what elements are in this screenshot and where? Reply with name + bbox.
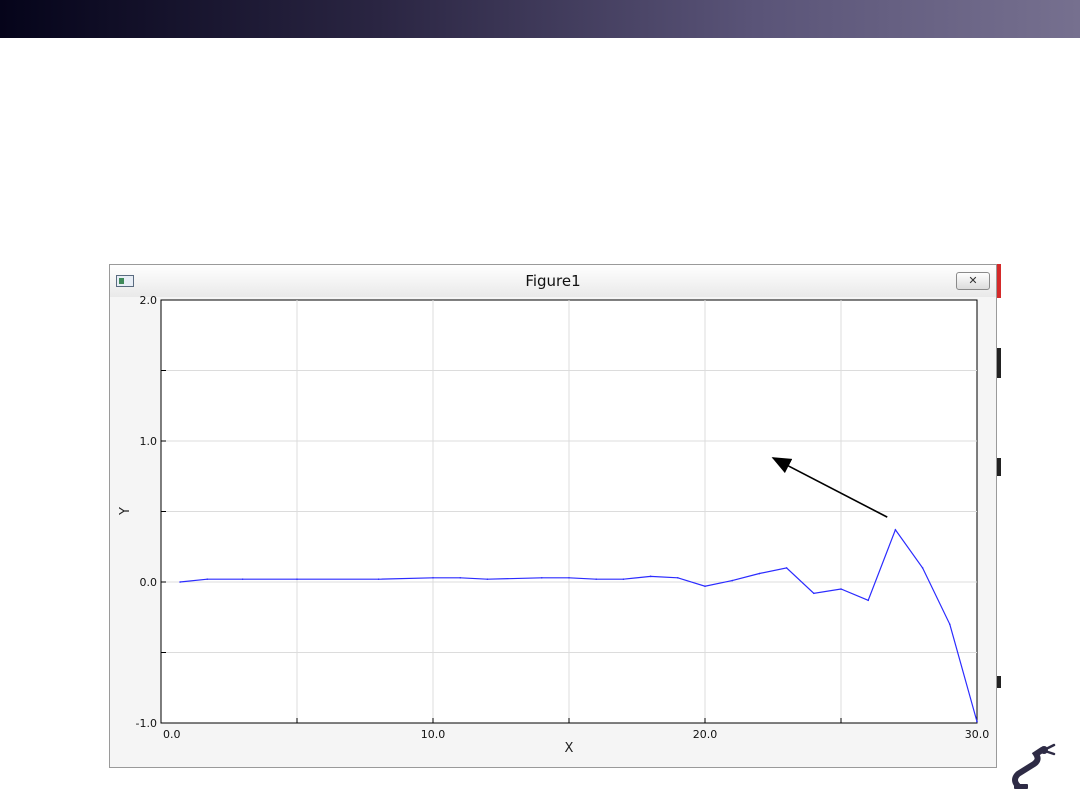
data-point — [813, 592, 815, 595]
data-point — [179, 581, 181, 583]
data-point — [840, 588, 842, 590]
data-point — [649, 575, 652, 578]
y-axis-label: Y — [118, 507, 133, 516]
y-tick-label: 2.0 — [140, 294, 158, 307]
data-point — [568, 576, 570, 579]
data-point — [377, 578, 380, 580]
data-point — [296, 578, 298, 580]
x-tick-label: 0.0 — [163, 728, 181, 741]
x-tick-label: 20.0 — [693, 728, 718, 741]
data-point — [894, 529, 897, 531]
y-tick-label: 0.0 — [140, 576, 158, 589]
data-point — [921, 567, 924, 569]
x-axis-label: X — [565, 741, 574, 756]
data-point — [595, 578, 597, 580]
data-point — [731, 579, 733, 582]
x-tick-label: 10.0 — [421, 728, 446, 741]
data-point — [622, 578, 625, 580]
x-tick-label: 30.0 — [965, 728, 990, 741]
data-point — [867, 599, 869, 602]
y-tick-label: 1.0 — [140, 435, 158, 448]
data-point — [206, 578, 209, 580]
data-point — [704, 585, 706, 588]
data-point — [677, 576, 679, 579]
line-chart: 0.0 10.0 20.0 30.0 -1.0 0.0 1.0 2.0 X Y — [118, 294, 990, 756]
data-point — [432, 576, 434, 579]
data-point — [541, 576, 543, 579]
y-tick-label: -1.0 — [136, 717, 157, 730]
data-point — [949, 623, 951, 626]
data-point — [486, 578, 489, 580]
data-point — [241, 578, 244, 580]
data-point — [976, 720, 978, 723]
data-point — [758, 572, 761, 575]
data-point — [459, 576, 462, 579]
data-point — [785, 567, 788, 569]
robot-arm-logo-icon — [1012, 743, 1056, 789]
